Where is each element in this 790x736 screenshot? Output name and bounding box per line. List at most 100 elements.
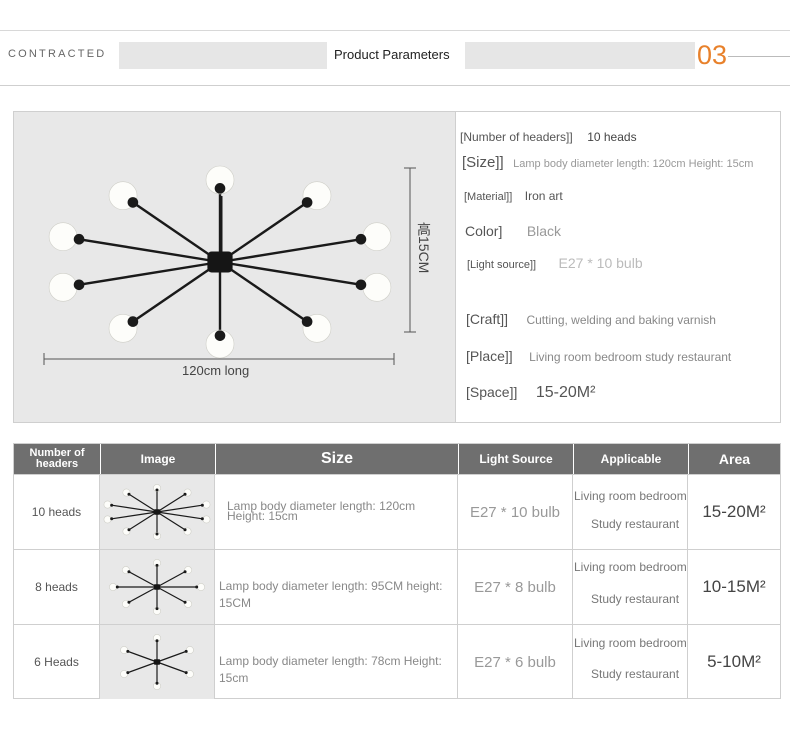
- param-row: Color] Black: [465, 223, 561, 241]
- light-bulb: [202, 500, 211, 509]
- bulb-socket: [195, 585, 199, 589]
- bulb-socket: [126, 649, 130, 653]
- header-bar-right: [465, 42, 695, 69]
- bulb-socket: [73, 233, 85, 245]
- bulb-socket: [184, 671, 188, 675]
- applicable-line: Living room bedroom: [574, 560, 687, 574]
- chandelier-thumbnail-icon: [103, 484, 211, 540]
- param-value: Lamp body diameter length: 120cm Height:…: [513, 158, 754, 170]
- bulb-socket: [214, 330, 226, 341]
- param-value: Cutting, welding and baking varnish: [526, 313, 716, 327]
- lamp-arm: [125, 586, 158, 605]
- light-bulb: [103, 500, 112, 509]
- param-value: 15-20M²: [535, 384, 596, 401]
- bulb-socket: [183, 492, 187, 496]
- applicable-line: Living room bedroom: [574, 636, 687, 650]
- bulb-socket: [126, 671, 130, 675]
- lamp-arm: [125, 569, 158, 588]
- param-value: Black: [526, 223, 562, 239]
- bulb-socket: [127, 570, 131, 574]
- lamp-arm: [106, 511, 158, 521]
- col-header-applicable: Applicable: [573, 444, 688, 474]
- size-line: 15CM: [219, 596, 252, 610]
- param-row: [Material]] Iron art: [464, 187, 563, 205]
- lamp-arm: [61, 235, 222, 264]
- section-number: 03: [697, 40, 728, 70]
- area-cell: 10-15M²: [702, 577, 766, 596]
- bulb-socket: [127, 316, 139, 327]
- param-key: Color]: [465, 223, 503, 239]
- heads-cell: 10 heads: [14, 475, 100, 549]
- lamp-arm: [218, 260, 379, 289]
- size-line: Lamp body diameter length: 78cm Height:: [219, 654, 442, 668]
- light-source-cell: E27 * 10 bulb: [458, 475, 573, 549]
- section-header: CONTRACTED Product Parameters 03: [0, 40, 790, 70]
- bulb-socket: [301, 197, 313, 208]
- bulb-socket: [155, 563, 159, 567]
- bulb-socket: [214, 183, 226, 194]
- light-bulb: [120, 670, 128, 678]
- lamp-arm: [156, 586, 189, 605]
- lamp-arm: [156, 569, 189, 588]
- lamp-arm: [218, 260, 319, 330]
- bulb-socket: [155, 639, 159, 643]
- bulb-socket: [183, 600, 187, 604]
- param-row: [Place]] Living room bedroom study resta…: [466, 348, 731, 366]
- applicable-cell: Living room bedroom Study restaurant: [573, 475, 688, 549]
- applicable-line: Study restaurant: [591, 667, 680, 681]
- lamp-arm: [156, 491, 189, 513]
- bulb-socket: [115, 585, 119, 589]
- bulb-socket: [355, 279, 367, 291]
- param-key: [Place]]: [466, 348, 513, 364]
- parameter-list: [Number of headers]] 10 heads [Size]] La…: [457, 112, 780, 422]
- table-row: 8 heads Lamp body diameter length: 95CM …: [14, 549, 780, 624]
- lamp-group: [48, 165, 392, 359]
- param-value: E27 * 10 bulb: [558, 255, 643, 271]
- light-bulb: [103, 515, 112, 524]
- light-source-cell: E27 * 6 bulb: [458, 625, 573, 699]
- param-row: [Number of headers]] 10 heads: [460, 128, 637, 146]
- header-divider: [0, 85, 790, 86]
- col-header-area: Area: [688, 444, 780, 474]
- product-photo: 120cm long 高15CM: [14, 112, 456, 422]
- param-value: 10 heads: [587, 130, 637, 144]
- light-bulb: [186, 646, 194, 654]
- lamp-thumbnail: [100, 475, 215, 549]
- lamp-arm: [156, 511, 189, 533]
- lamp-thumbnail: [100, 625, 215, 699]
- light-bulb: [186, 670, 194, 678]
- lamp-thumbnail: [100, 550, 215, 624]
- table-row: 10 heads Lamp body diameter length: 120c…: [14, 474, 780, 549]
- light-bulb: [362, 273, 392, 302]
- contracted-label: CONTRACTED: [8, 48, 107, 60]
- comparison-table: Number of headers Image Size Light Sourc…: [13, 443, 781, 699]
- param-row: [Space]] 15-20M²: [466, 384, 595, 402]
- header-rule: [728, 56, 790, 57]
- header-bar-left: [119, 42, 327, 69]
- param-value: Living room bedroom study restaurant: [529, 350, 732, 364]
- param-row: [Size]] Lamp body diameter length: 120cm…: [462, 154, 753, 172]
- param-value: Iron art: [524, 189, 563, 203]
- param-key: [Size]]: [462, 154, 504, 171]
- col-header-size: Size: [215, 444, 458, 474]
- lamp-arm: [61, 260, 222, 289]
- lamp-arm: [121, 260, 222, 330]
- light-bulb: [48, 273, 78, 302]
- light-bulb: [197, 583, 205, 591]
- bulb-socket: [301, 316, 313, 327]
- bulb-socket: [200, 517, 204, 521]
- applicable-cell: Living room bedroom Study restaurant: [573, 550, 688, 624]
- applicable-line: Study restaurant: [591, 592, 680, 606]
- chandelier-thumbnail-icon: [109, 559, 205, 615]
- size-cell: Lamp body diameter length: 95CM height: …: [215, 550, 458, 624]
- height-dimension-label: 高15CM: [416, 222, 432, 274]
- heads-cell: 8 heads: [14, 550, 100, 624]
- lamp-group: [103, 484, 211, 540]
- bulb-socket: [155, 532, 159, 536]
- bulb-socket: [127, 492, 131, 496]
- lamp-arm: [121, 194, 222, 264]
- lamp-canopy: [153, 509, 161, 515]
- bulb-socket: [200, 503, 204, 507]
- lamp-group: [109, 559, 205, 615]
- bulb-socket: [110, 517, 114, 521]
